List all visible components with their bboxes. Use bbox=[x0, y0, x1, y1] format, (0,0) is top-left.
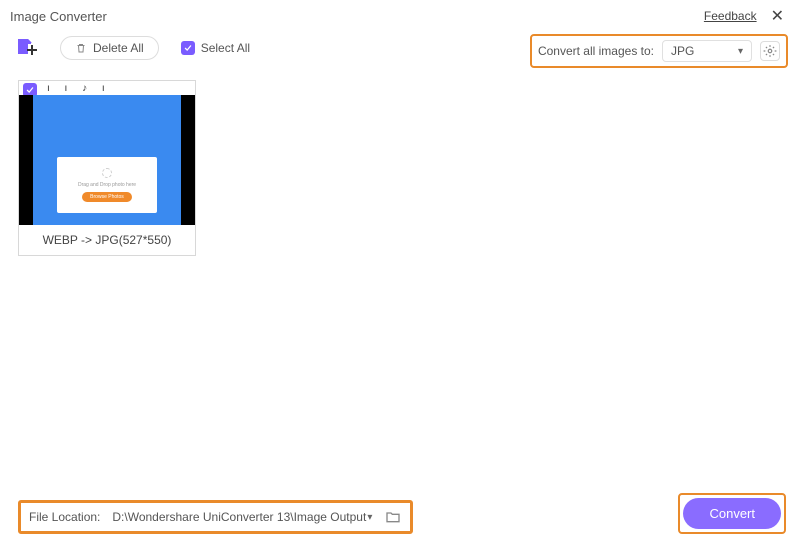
file-location-path: D:\Wondershare UniConverter 13\Image Out… bbox=[112, 510, 366, 524]
add-image-icon[interactable] bbox=[14, 36, 38, 60]
card-preview: Drag and Drop photo here Browse Photos bbox=[19, 95, 195, 225]
preview-button: Browse Photos bbox=[82, 192, 132, 202]
feedback-link[interactable]: Feedback bbox=[704, 9, 757, 23]
close-icon[interactable]: ✕ bbox=[767, 6, 788, 26]
app-title: Image Converter bbox=[10, 9, 107, 24]
image-gallery: ı ı ♪ ı Drag and Drop photo here Browse … bbox=[0, 70, 798, 266]
checkbox-icon bbox=[181, 41, 195, 55]
image-card[interactable]: ı ı ♪ ı Drag and Drop photo here Browse … bbox=[18, 80, 196, 256]
upload-icon bbox=[102, 168, 112, 178]
card-caption: WEBP -> JPG(527*550) bbox=[19, 225, 195, 255]
delete-all-label: Delete All bbox=[93, 41, 144, 55]
select-all-label: Select All bbox=[201, 41, 250, 55]
chevron-down-icon: ▾ bbox=[367, 512, 372, 523]
convert-to-label: Convert all images to: bbox=[538, 44, 654, 58]
preview-panel: Drag and Drop photo here Browse Photos bbox=[57, 157, 157, 213]
file-location-label: File Location: bbox=[29, 510, 100, 524]
trash-icon bbox=[75, 42, 87, 54]
header-right: Feedback ✕ bbox=[704, 6, 788, 26]
convert-format-bar: Convert all images to: JPG ▾ bbox=[530, 34, 788, 68]
select-all-checkbox[interactable]: Select All bbox=[181, 41, 250, 55]
format-select[interactable]: JPG ▾ bbox=[662, 40, 752, 62]
delete-all-button[interactable]: Delete All bbox=[60, 36, 159, 60]
card-marks: ı ı ♪ ı bbox=[47, 83, 111, 94]
convert-button[interactable]: Convert bbox=[683, 498, 781, 529]
settings-icon[interactable] bbox=[760, 41, 780, 61]
preview-text: Drag and Drop photo here bbox=[78, 182, 136, 188]
file-location-select[interactable]: D:\Wondershare UniConverter 13\Image Out… bbox=[108, 510, 376, 524]
card-header: ı ı ♪ ı bbox=[19, 81, 195, 95]
convert-button-wrap: Convert bbox=[678, 493, 786, 534]
format-value: JPG bbox=[671, 44, 694, 58]
chevron-down-icon: ▾ bbox=[738, 46, 743, 57]
folder-icon[interactable] bbox=[384, 508, 402, 526]
file-location-bar: File Location: D:\Wondershare UniConvert… bbox=[18, 500, 413, 534]
header: Image Converter Feedback ✕ bbox=[0, 0, 798, 30]
